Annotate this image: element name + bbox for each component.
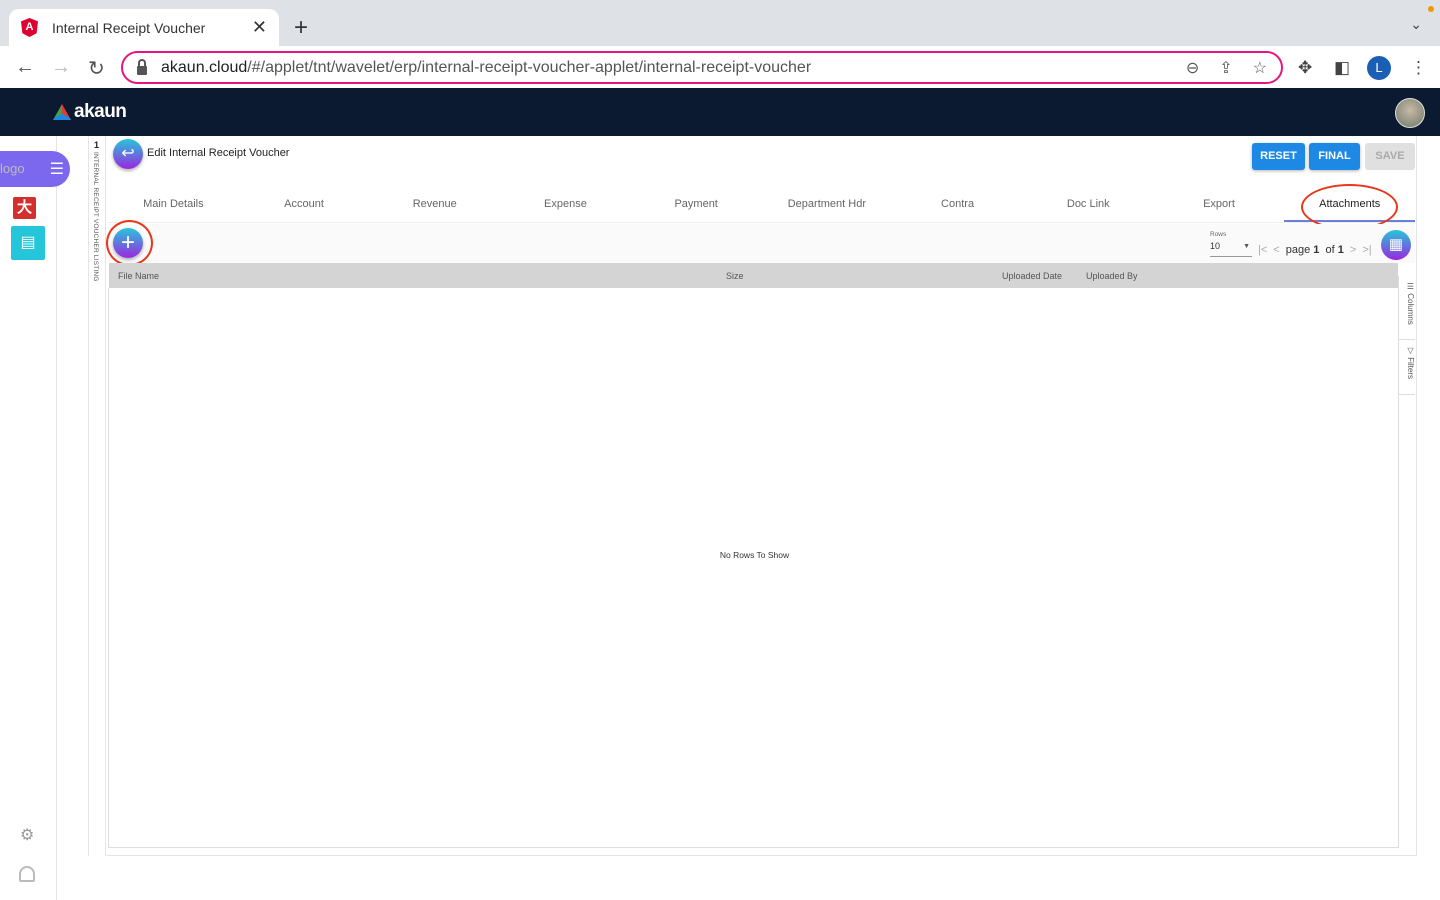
tab-department-hdr[interactable]: Department Hdr [762, 186, 893, 222]
column-header-file-name[interactable]: File Name [118, 271, 159, 281]
akaun-logo[interactable]: akaun [53, 101, 127, 123]
save-button[interactable]: SAVE [1365, 143, 1415, 170]
share-icon[interactable]: ⇪ [1219, 58, 1232, 78]
brand-name: akaun [74, 101, 127, 122]
tab-contra[interactable]: Contra [892, 186, 1023, 222]
browser-tab[interactable]: A Internal Receipt Voucher ✕ [9, 9, 279, 46]
page-label: page [1285, 244, 1311, 256]
rows-per-page-select[interactable]: 10 ▼ [1210, 241, 1252, 257]
applet-icon-red[interactable]: 大 [13, 197, 36, 219]
forward-arrow-icon[interactable]: → [51, 56, 71, 79]
angular-favicon-icon: A [21, 18, 38, 37]
current-page: 1 [1313, 244, 1320, 256]
dropdown-caret-icon: ▼ [1243, 243, 1250, 250]
column-header-size[interactable]: Size [726, 271, 744, 281]
user-profile-icon[interactable] [19, 866, 35, 882]
tab-account[interactable]: Account [239, 186, 370, 222]
last-page-icon[interactable]: >| [1362, 244, 1371, 256]
next-page-icon[interactable]: > [1350, 244, 1356, 256]
profile-avatar[interactable]: L [1367, 56, 1391, 80]
tab-revenue[interactable]: Revenue [369, 186, 500, 222]
first-page-icon[interactable]: |< [1258, 244, 1267, 256]
reload-icon[interactable]: ↻ [88, 56, 105, 81]
settings-gear-icon[interactable]: ⚙ [20, 825, 34, 845]
page-title: Edit Internal Receipt Voucher [147, 147, 290, 159]
user-avatar[interactable] [1395, 98, 1425, 128]
listing-count: 1 [94, 140, 100, 150]
columns-panel-tab[interactable]: ☰ Columns [1399, 276, 1415, 340]
url-path: /#/applet/tnt/wavelet/erp/internal-recei… [247, 58, 812, 76]
close-tab-icon[interactable]: ✕ [252, 17, 267, 38]
grid-side-panel: ☰ Columns ▽ Filters [1398, 276, 1415, 848]
reset-button[interactable]: RESET [1252, 143, 1305, 170]
lock-icon [137, 59, 147, 75]
browser-menu-icon[interactable]: ⋮ [1410, 58, 1427, 78]
grid-body: No Rows To Show [108, 288, 1399, 848]
sidebar-logo-toggle[interactable]: logo ☰ [0, 151, 70, 187]
app-header [0, 88, 1440, 136]
bookmark-star-icon[interactable]: ☆ [1253, 58, 1267, 78]
tab-doc-link[interactable]: Doc Link [1023, 186, 1154, 222]
browser-tab-title: Internal Receipt Voucher [52, 19, 206, 36]
final-button[interactable]: FINAL [1309, 143, 1360, 170]
tab-payment[interactable]: Payment [631, 186, 762, 222]
side-panel-icon[interactable]: ◧ [1334, 58, 1350, 78]
url-host: akaun.cloud [161, 58, 248, 76]
total-pages: 1 [1337, 244, 1344, 256]
tab-main-details[interactable]: Main Details [108, 186, 239, 222]
rows-label: Rows [1210, 231, 1227, 238]
no-rows-message: No Rows To Show [719, 550, 790, 560]
tab-export[interactable]: Export [1154, 186, 1285, 222]
grid-header: File Name Size Uploaded Date Uploaded By [109, 263, 1398, 288]
prev-page-icon[interactable]: < [1273, 244, 1279, 256]
listing-strip[interactable]: 1 INTERNAL RECEIPT VOUCHER LISTING [88, 136, 106, 856]
highlight-ring-add [106, 220, 153, 266]
listing-label: INTERNAL RECEIPT VOUCHER LISTING [92, 152, 99, 282]
pagination: |< < page 1 of 1 > >| [1258, 244, 1372, 256]
address-bar[interactable]: akaun.cloud/#/applet/tnt/wavelet/erp/int… [121, 51, 1283, 84]
back-arrow-icon[interactable]: ← [15, 56, 35, 79]
tab-expense[interactable]: Expense [500, 186, 631, 222]
grid-view-toggle-icon[interactable]: ▦ [1381, 230, 1411, 260]
back-reply-icon[interactable]: ↩ [113, 139, 143, 169]
logo-image-alt: logo [0, 161, 25, 176]
menu-toggle-icon[interactable]: ☰ [50, 159, 64, 179]
filters-label: Filters [1406, 357, 1415, 380]
new-tab-button[interactable]: + [294, 14, 308, 42]
logo-triangle-icon [53, 104, 71, 120]
update-dot-icon [1428, 6, 1434, 12]
columns-label: Columns [1406, 293, 1415, 325]
zoom-icon[interactable]: ⊖ [1186, 58, 1199, 78]
filters-panel-tab[interactable]: ▽ Filters [1399, 340, 1415, 395]
column-header-uploaded-by[interactable]: Uploaded By [1086, 271, 1138, 281]
tab-search-chevron-icon[interactable]: ⌄ [1410, 16, 1422, 33]
of-label: of [1325, 244, 1335, 256]
list-document-icon[interactable]: ▤ [11, 226, 45, 260]
tab-bar: Main Details Account Revenue Expense Pay… [108, 186, 1416, 223]
rows-value: 10 [1210, 241, 1221, 251]
extensions-puzzle-icon[interactable]: ✥ [1298, 58, 1312, 78]
column-header-uploaded-date[interactable]: Uploaded Date [1002, 271, 1062, 281]
